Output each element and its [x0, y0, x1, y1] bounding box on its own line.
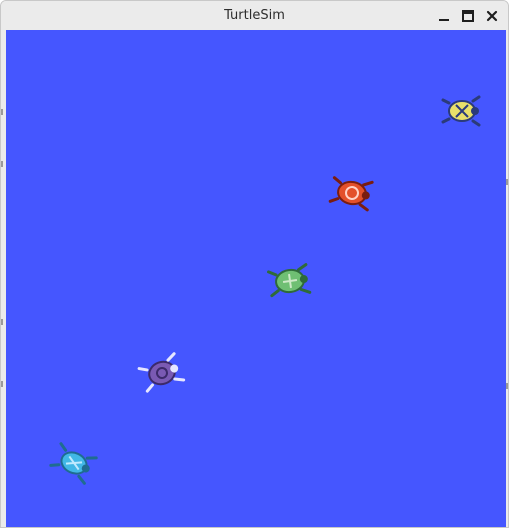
turtle-red[interactable] [326, 169, 378, 216]
edge-mark [506, 179, 508, 185]
turtlesim-window: TurtleSim [0, 0, 509, 528]
close-icon [486, 10, 498, 21]
edge-mark [1, 161, 3, 167]
window-controls [436, 1, 500, 30]
edge-mark [1, 319, 3, 325]
maximize-icon [462, 9, 474, 22]
window-title: TurtleSim [224, 8, 285, 23]
edge-mark [1, 381, 3, 387]
turtle-icon [49, 442, 98, 485]
title-bar[interactable]: TurtleSim [1, 1, 508, 30]
close-button[interactable] [484, 8, 500, 24]
turtle-green[interactable] [264, 258, 315, 304]
maximize-button[interactable] [460, 8, 476, 24]
turtle-icon [137, 352, 186, 393]
turtle-yellow[interactable] [439, 91, 485, 131]
turtle-icon [441, 95, 481, 127]
turtle-icon [267, 263, 312, 298]
minimize-button[interactable] [436, 8, 452, 24]
edge-mark [1, 109, 3, 115]
edge-mark [506, 383, 508, 389]
minimize-icon [439, 18, 449, 21]
turtle-icon [328, 176, 374, 212]
